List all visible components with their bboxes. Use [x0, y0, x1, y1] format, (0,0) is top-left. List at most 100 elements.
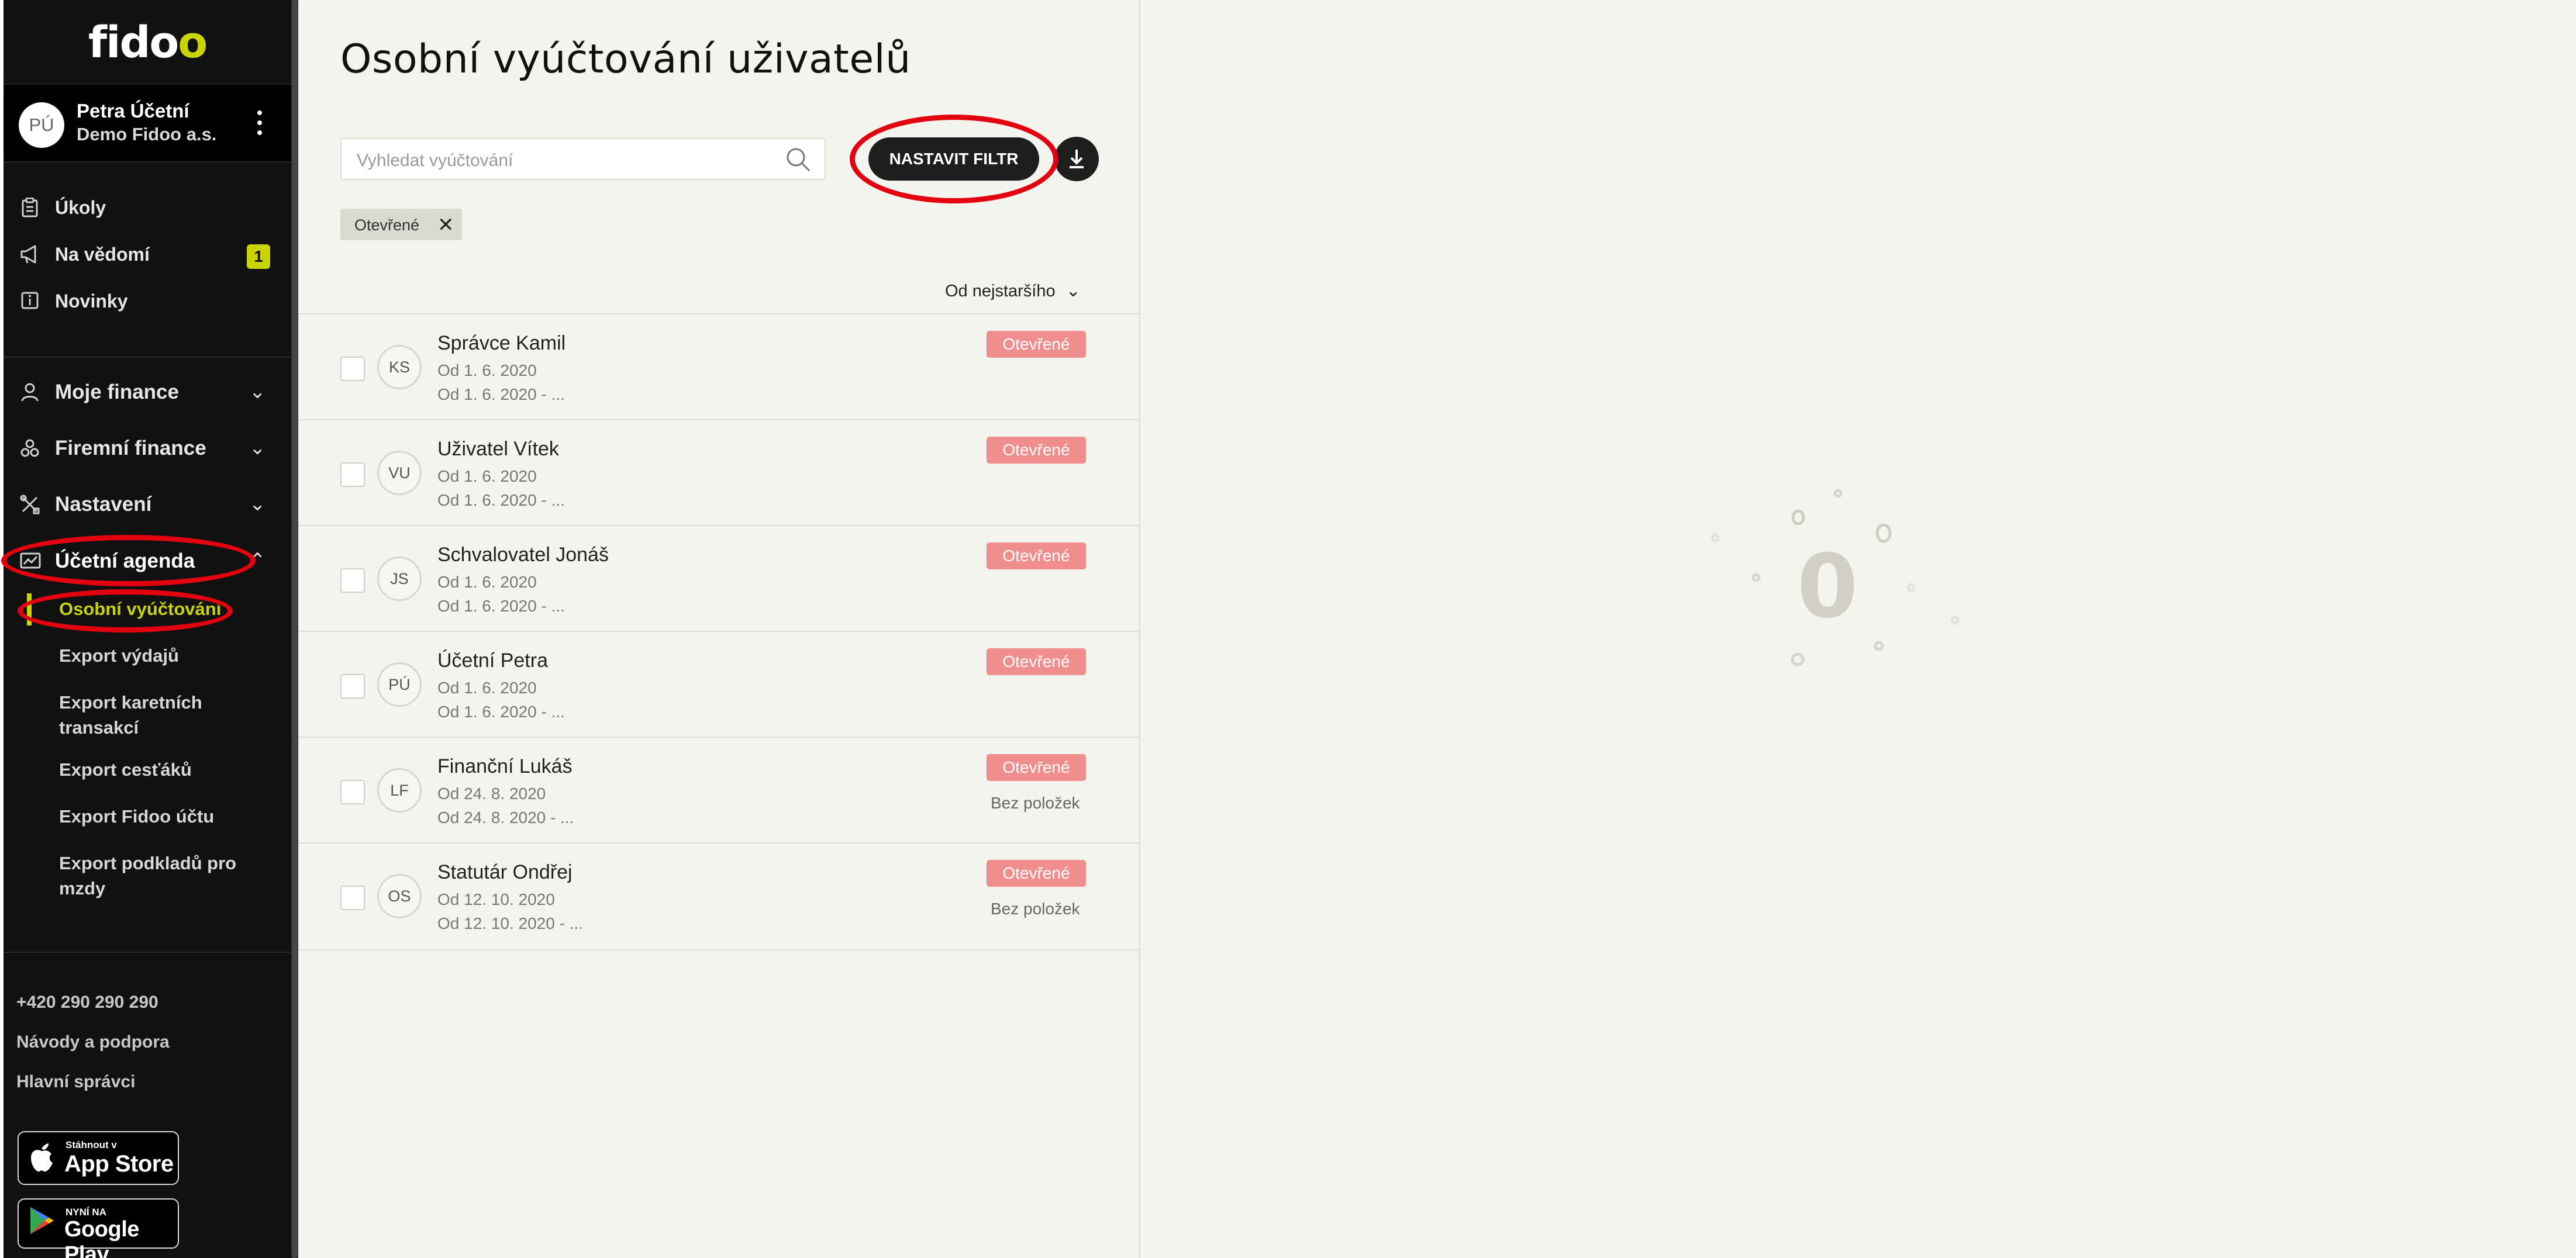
- support-phone[interactable]: +420 290 290 290: [16, 993, 158, 1012]
- status-badge: Otevřené: [987, 648, 1086, 675]
- search-icon[interactable]: [785, 146, 812, 173]
- sidebar-item-label: Novinky: [55, 291, 128, 312]
- info-icon: [20, 291, 40, 311]
- megaphone-icon: [20, 244, 40, 264]
- date-from: Od 1. 6. 2020: [437, 467, 537, 485]
- avatar: PÚ: [19, 102, 64, 148]
- list-item[interactable]: PÚ Účetní Petra Od 1. 6. 2020 Od 1. 6. 2020…: [298, 631, 1139, 737]
- row-checkbox[interactable]: [340, 886, 365, 910]
- sidebar-item-ukoly[interactable]: Úkoly: [4, 187, 291, 228]
- row-checkbox[interactable]: [340, 357, 365, 381]
- clipboard-icon: [20, 197, 40, 217]
- svg-text:0: 0: [1797, 536, 1858, 638]
- chevron-down-icon: ⌄: [249, 493, 266, 515]
- loading-spinner-icon: 0: [1711, 489, 1960, 666]
- sidebar-item-firemni-finance[interactable]: Firemní finance ⌄: [4, 428, 291, 469]
- date-from: Od 1. 6. 2020: [437, 679, 537, 697]
- sidebar-item-novinky[interactable]: Novinky: [4, 281, 291, 322]
- sidebar-item-label: Moje finance: [55, 381, 179, 403]
- user-company: Demo Fidoo a.s.: [77, 124, 217, 144]
- status-badge: Otevřené: [987, 542, 1086, 569]
- sidebar-subitem-export-podkladu-pro-mzdy[interactable]: Export podkladů pro mzdy: [59, 851, 258, 901]
- chevron-down-icon: ⌄: [1065, 281, 1081, 300]
- user-name: Schvalovatel Jonáš: [437, 544, 609, 566]
- status-badge: Otevřené: [987, 860, 1086, 887]
- sidebar-scrollbar[interactable]: [291, 0, 298, 1258]
- row-checkbox[interactable]: [340, 568, 365, 593]
- list-item[interactable]: LF Finanční Lukáš Od 24. 8. 2020 Od 24. 8. …: [298, 737, 1139, 843]
- date-range: Od 12. 10. 2020 - ...: [437, 914, 584, 932]
- row-checkbox[interactable]: [340, 674, 365, 699]
- avatar: VU: [377, 451, 422, 495]
- user-name: Uživatel Vítek: [437, 438, 559, 460]
- app-store-button[interactable]: Stáhnout v App Store: [18, 1131, 179, 1185]
- user-name: Petra Účetní: [77, 100, 189, 122]
- google-play-button[interactable]: NYNÍ NA Google Play: [18, 1198, 179, 1258]
- divider: [4, 357, 291, 358]
- date-range: Od 1. 6. 2020 - ...: [437, 385, 565, 403]
- admins-link[interactable]: Hlavní správci: [16, 1072, 135, 1092]
- user-profile[interactable]: PÚ Petra Účetní Demo Fidoo a.s.: [4, 84, 291, 163]
- sidebar-item-label: Úkoly: [55, 197, 106, 218]
- chevron-down-icon: ⌄: [249, 437, 266, 459]
- list-item[interactable]: JS Schvalovatel Jonáš Od 1. 6. 2020 Od 1. 6…: [298, 525, 1139, 631]
- date-from: Od 1. 6. 2020: [437, 361, 537, 379]
- date-from: Od 12. 10. 2020: [437, 890, 555, 908]
- list-item[interactable]: OS Statutár Ondřej Od 12. 10. 2020 Od 12. 1…: [298, 842, 1139, 949]
- sidebar-item-label: Nastavení: [55, 493, 152, 516]
- download-button[interactable]: [1054, 137, 1099, 181]
- divider: [4, 952, 291, 953]
- avatar: OS: [377, 874, 422, 918]
- sidebar-item-nastaveni[interactable]: Nastavení ⌄: [4, 484, 291, 525]
- status-badge: Otevřené: [987, 437, 1086, 464]
- more-options-icon[interactable]: [256, 110, 263, 140]
- sidebar-subitem-export-karetnich-transakci[interactable]: Export karetních transakcí: [59, 690, 235, 740]
- scrollbar-thumb[interactable]: [292, 0, 298, 1258]
- close-icon[interactable]: ✕: [437, 213, 454, 237]
- detail-panel: 0: [1140, 0, 2576, 1258]
- coins-icon: [20, 438, 40, 458]
- sidebar-subitem-export-vydaju[interactable]: Export výdajů: [59, 643, 281, 668]
- no-items-note: Bez položek: [991, 794, 1080, 812]
- sidebar-item-label: Na vědomí: [55, 244, 150, 265]
- date-from: Od 1. 6. 2020: [437, 573, 537, 591]
- tools-icon: [20, 495, 40, 514]
- list-item[interactable]: VU Uživatel Vítek Od 1. 6. 2020 Od 1. 6. 20…: [298, 419, 1139, 526]
- sidebar-subitem-export-fidoo-uctu[interactable]: Export Fidoo účtu: [59, 804, 281, 829]
- apple-icon: [28, 1141, 55, 1180]
- chevron-down-icon: ⌄: [249, 381, 266, 403]
- filter-chip: Otevřené ✕: [340, 209, 462, 240]
- filter-chip-label: Otevřené: [354, 216, 420, 234]
- user-name: Účetní Petra: [437, 649, 548, 672]
- page-title: Osobní vyúčtování uživatelů: [340, 36, 911, 82]
- user-icon: [20, 382, 40, 402]
- date-range: Od 1. 6. 2020 - ...: [437, 491, 565, 509]
- list-item[interactable]: KS Správce Kamil Od 1. 6. 2020 Od 1. 6. 202…: [298, 313, 1139, 420]
- sort-dropdown[interactable]: Od nejstaršího ⌄: [945, 281, 1081, 301]
- date-from: Od 24. 8. 2020: [437, 784, 546, 803]
- status-badge: Otevřené: [987, 331, 1086, 358]
- notification-badge: 1: [247, 244, 270, 269]
- sidebar-item-na-vedomi[interactable]: Na vědomí 1: [4, 234, 291, 275]
- row-checkbox[interactable]: [340, 462, 365, 487]
- sidebar-item-moje-finance[interactable]: Moje finance ⌄: [4, 372, 291, 413]
- fidoo-logo[interactable]: fidoo: [4, 18, 291, 68]
- avatar: PÚ: [377, 662, 422, 707]
- status-badge: Otevřené: [987, 754, 1086, 781]
- no-items-note: Bez položek: [991, 900, 1080, 918]
- row-checkbox[interactable]: [340, 780, 365, 804]
- avatar: LF: [377, 768, 422, 813]
- annotation-circle: [18, 589, 233, 633]
- date-range: Od 24. 8. 2020 - ...: [437, 808, 574, 827]
- sidebar-item-label: Firemní finance: [55, 437, 206, 459]
- date-range: Od 1. 6. 2020 - ...: [437, 703, 565, 721]
- user-name: Statutár Ondřej: [437, 861, 573, 883]
- main-panel: Osobní vyúčtování uživatelů Vyhledat vyú…: [298, 0, 1140, 1258]
- date-range: Od 1. 6. 2020 - ...: [437, 597, 565, 615]
- help-link[interactable]: Návody a podpora: [16, 1032, 170, 1052]
- sidebar-subitem-export-cestaku[interactable]: Export cesťáků: [59, 757, 281, 782]
- user-name: Finanční Lukáš: [437, 755, 573, 777]
- annotation-circle: [1, 535, 256, 586]
- search-input[interactable]: Vyhledat vyúčtování: [340, 138, 826, 180]
- avatar: KS: [377, 345, 422, 389]
